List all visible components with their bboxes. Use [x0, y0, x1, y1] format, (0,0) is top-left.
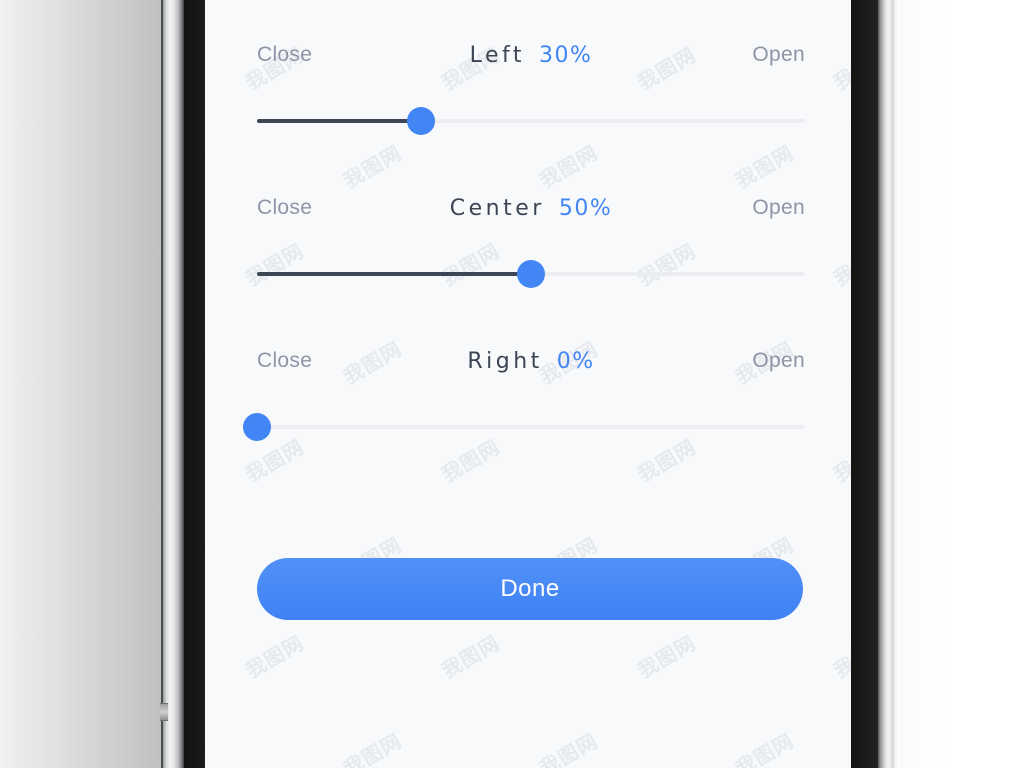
phone-frame-right-hairline: [894, 0, 900, 768]
phone-frame-right-bezel: [851, 0, 878, 768]
watermark-text: 我图网: [829, 238, 851, 291]
close-label: Close: [257, 43, 313, 66]
open-label: Open: [752, 349, 805, 372]
slider-track-background: [257, 425, 805, 429]
screenshot-stage: 我图网 我图网 我图网 我图网 我图网 我图网 我图网 我图网 我图网 我图网 我图网 我图网 我图网我…: [0, 0, 1024, 768]
slider-header: Close Left 30% Open: [257, 38, 805, 72]
watermark-text: 我图网: [535, 728, 602, 768]
slider-track-area[interactable]: [243, 413, 805, 441]
slider-row-center: Close Center 50% Open: [257, 191, 805, 288]
slider-track-fill: [257, 272, 531, 276]
slider-name: Left: [469, 42, 525, 68]
slider-thumb[interactable]: [517, 260, 545, 288]
slider-thumb[interactable]: [407, 107, 436, 135]
slider-value: 50%: [558, 195, 613, 221]
slider-row-left: Close Left 30% Open: [257, 38, 805, 135]
watermark-text: 我图网: [731, 728, 798, 768]
watermark-text: 我图网: [205, 728, 210, 768]
phone-frame-left-bezel: [184, 0, 205, 768]
slider-track-fill: [257, 119, 422, 123]
backdrop-right-gradient: [900, 0, 1024, 768]
phone-screen: 我图网 我图网 我图网 我图网 我图网 我图网 我图网 我图网 我图网 我图网 我图网 我图网 我图网我…: [205, 0, 851, 768]
close-label: Close: [257, 196, 313, 219]
slider-title-group: Left 30%: [470, 43, 593, 68]
open-label: Open: [752, 196, 805, 219]
done-button[interactable]: Done: [257, 558, 803, 620]
watermark-text: 我图网: [729, 0, 851, 12]
slider-row-right: Close Right 0% Open: [243, 344, 805, 441]
watermark-text: 我图网: [533, 0, 658, 12]
slider-title-group: Right 0%: [467, 349, 594, 374]
phone-frame-left-metal-rail: [163, 0, 184, 768]
watermark-text: 我图网: [205, 0, 267, 12]
slider-name: Center: [449, 195, 545, 221]
watermark-text: 我图网: [829, 42, 851, 95]
watermark-text: 我图网: [829, 434, 851, 487]
slider-name: Right: [467, 348, 543, 374]
phone-side-button[interactable]: [160, 703, 168, 721]
slider-title-group: Center 50%: [450, 196, 612, 221]
watermark-text: 我图网: [339, 728, 406, 768]
slider-value: 30%: [538, 42, 593, 68]
slider-track-area[interactable]: [257, 260, 805, 288]
watermark-text: 我图网: [829, 630, 851, 683]
watermark-text: 我图网: [337, 0, 462, 12]
slider-value: 0%: [556, 348, 595, 374]
close-label: Close: [257, 349, 313, 372]
phone-frame-right-metal-rail: [878, 0, 894, 768]
slider-header: Close Right 0% Open: [257, 344, 805, 378]
slider-thumb[interactable]: [243, 413, 271, 441]
slider-track-area[interactable]: [257, 107, 805, 135]
slider-header: Close Center 50% Open: [257, 191, 805, 225]
backdrop-left-gradient: [0, 0, 162, 768]
open-label: Open: [752, 43, 805, 66]
